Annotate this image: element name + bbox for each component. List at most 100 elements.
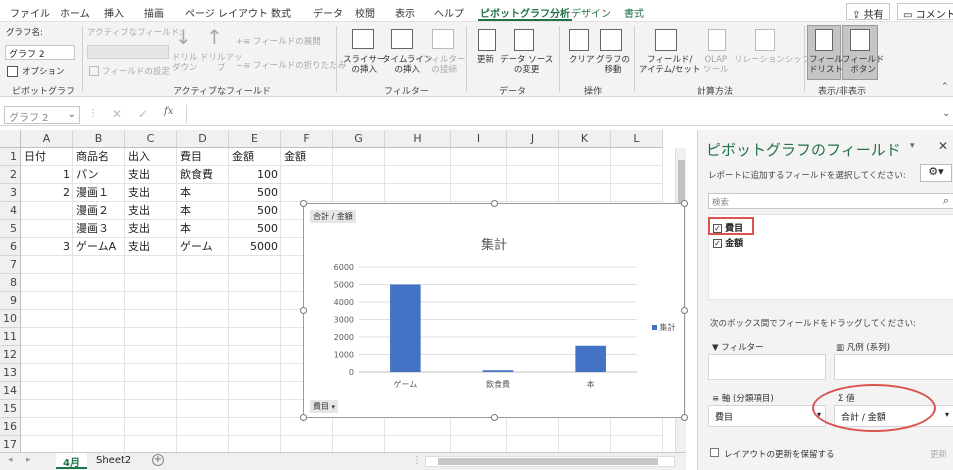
row-header-14[interactable]: 14	[0, 382, 21, 400]
filters-zone[interactable]	[708, 354, 826, 380]
tab-home[interactable]: ホーム	[60, 5, 90, 20]
row-header-10[interactable]: 10	[0, 310, 21, 328]
cell-f1[interactable]: 金額	[281, 148, 333, 166]
dropdown-arrow-icon[interactable]: ▾	[945, 410, 949, 419]
cell-b2[interactable]: パン	[73, 166, 125, 184]
comment-button[interactable]: ▭ コメント	[897, 3, 953, 21]
field-item[interactable]: ✓ 金額	[713, 236, 743, 249]
axis-zone-item[interactable]: 費目	[715, 410, 733, 423]
resize-handle[interactable]	[300, 307, 307, 314]
drilldown-button[interactable]: ドリル ダウン	[172, 53, 198, 73]
chart-name-input[interactable]: グラフ 2	[5, 45, 75, 60]
move-chart-button[interactable]: グラフの 移動	[596, 55, 630, 75]
collapse-field-button[interactable]: −≡ フィールドの折りたたみ	[236, 61, 346, 71]
pivot-chart[interactable]: 合計 / 金額 集計 0 1000 2000 3000 4000 5000 6000 ゲーム飲…	[303, 203, 685, 418]
tab-help[interactable]: ヘルプ	[434, 5, 464, 20]
row-header-6[interactable]: 6	[0, 238, 21, 256]
resize-handle[interactable]	[300, 200, 307, 207]
select-all-corner[interactable]	[0, 130, 21, 148]
formula-input[interactable]	[186, 105, 953, 123]
next-sheet-icon[interactable]: ▸	[26, 455, 31, 465]
legend-zone[interactable]	[834, 354, 953, 380]
tab-design[interactable]: デザイン	[571, 5, 611, 20]
resize-handle[interactable]	[681, 307, 688, 314]
axis-field-button[interactable]: 費目 ▾	[310, 400, 339, 413]
cell-e5[interactable]: 500	[229, 220, 281, 238]
insert-slicer-button[interactable]: スライサー の挿入	[343, 55, 386, 75]
cell-a2[interactable]: 1	[21, 166, 73, 184]
cell-c2[interactable]: 支出	[125, 166, 177, 184]
row-header-15[interactable]: 15	[0, 400, 21, 418]
row-header-12[interactable]: 12	[0, 346, 21, 364]
close-icon[interactable]: ✕	[938, 139, 948, 153]
cell-e4[interactable]: 500	[229, 202, 281, 220]
row-header-1[interactable]: 1	[0, 148, 21, 166]
row-header-9[interactable]: 9	[0, 292, 21, 310]
cell-b5[interactable]: 漫画３	[73, 220, 125, 238]
olap-tools-button[interactable]: OLAP ツール	[703, 55, 729, 75]
expand-field-button[interactable]: +≡ フィールドの展開	[236, 37, 321, 47]
update-button[interactable]: 更新	[930, 448, 947, 460]
insert-function-icon[interactable]: fx	[164, 106, 173, 117]
bar-2[interactable]	[575, 345, 606, 372]
cell-d3[interactable]: 本	[177, 184, 229, 202]
cancel-icon[interactable]: ✕	[112, 107, 122, 121]
cell-b1[interactable]: 商品名	[73, 148, 125, 166]
column-header-b[interactable]: B	[73, 130, 125, 148]
axis-zone[interactable]: 費目 ▾	[708, 405, 826, 427]
cell-e6[interactable]: 5000	[229, 238, 281, 256]
cell-a3[interactable]: 2	[21, 184, 73, 202]
sheet-tab-april[interactable]: 4月	[56, 453, 87, 469]
row-header-8[interactable]: 8	[0, 274, 21, 292]
cell-c6[interactable]: 支出	[125, 238, 177, 256]
resize-handle[interactable]	[491, 200, 498, 207]
bar-0[interactable]	[390, 284, 421, 373]
filter-connection-button[interactable]: フィルター の接続	[423, 55, 465, 75]
tab-view[interactable]: 表示	[395, 5, 415, 20]
cell-d1[interactable]: 費目	[177, 148, 229, 166]
row-header-13[interactable]: 13	[0, 364, 21, 382]
cell-a6[interactable]: 3	[21, 238, 73, 256]
search-input[interactable]: 検索 ⌕	[708, 193, 953, 209]
tab-data[interactable]: データ	[313, 5, 343, 20]
row-header-11[interactable]: 11	[0, 328, 21, 346]
cell-d6[interactable]: ゲーム	[177, 238, 229, 256]
active-field-input[interactable]	[87, 45, 169, 59]
checkbox-icon[interactable]: ✓	[713, 239, 722, 248]
relationships-button[interactable]: リレーションシップ	[734, 55, 810, 65]
tab-pivotchart-analyze[interactable]: ピボットグラフ分析	[478, 5, 572, 21]
name-box[interactable]: グラフ 2 ⌄	[4, 106, 80, 124]
tab-format[interactable]: 書式	[624, 5, 644, 20]
cell-b3[interactable]: 漫画１	[73, 184, 125, 202]
column-header-i[interactable]: I	[451, 130, 507, 148]
tab-draw[interactable]: 描画	[144, 5, 164, 20]
tab-file[interactable]: ファイル	[10, 5, 50, 20]
add-sheet-icon[interactable]: +	[152, 454, 164, 466]
pane-options-icon[interactable]: ▾	[910, 141, 915, 151]
collapse-ribbon-icon[interactable]: ⌃	[941, 82, 949, 92]
column-header-g[interactable]: G	[333, 130, 385, 148]
row-header-3[interactable]: 3	[0, 184, 21, 202]
cell-e3[interactable]: 500	[229, 184, 281, 202]
cell-a1[interactable]: 日付	[21, 148, 73, 166]
resize-handle[interactable]	[681, 200, 688, 207]
sheet-tab-sheet2[interactable]: Sheet2	[92, 454, 135, 467]
column-header-k[interactable]: K	[559, 130, 611, 148]
tab-page-layout[interactable]: ページ レイアウト	[185, 5, 268, 20]
resize-handle[interactable]	[300, 414, 307, 421]
tab-review[interactable]: 校閲	[355, 5, 375, 20]
cell-c1[interactable]: 出入	[125, 148, 177, 166]
share-button[interactable]: ⇪ 共有	[846, 3, 890, 21]
row-header-4[interactable]: 4	[0, 202, 21, 220]
column-header-c[interactable]: C	[125, 130, 177, 148]
change-source-button[interactable]: データ ソース の変更	[500, 55, 553, 75]
resize-handle[interactable]	[491, 414, 498, 421]
cell-d4[interactable]: 本	[177, 202, 229, 220]
cell-d2[interactable]: 飲食費	[177, 166, 229, 184]
fields-items-button[interactable]: フィールド/ アイテム/セット	[639, 55, 701, 75]
column-header-d[interactable]: D	[177, 130, 229, 148]
horizontal-scroll-thumb[interactable]	[438, 458, 658, 465]
gear-icon[interactable]: ⚙▾	[920, 164, 952, 182]
cell-d5[interactable]: 本	[177, 220, 229, 238]
column-header-a[interactable]: A	[21, 130, 73, 148]
